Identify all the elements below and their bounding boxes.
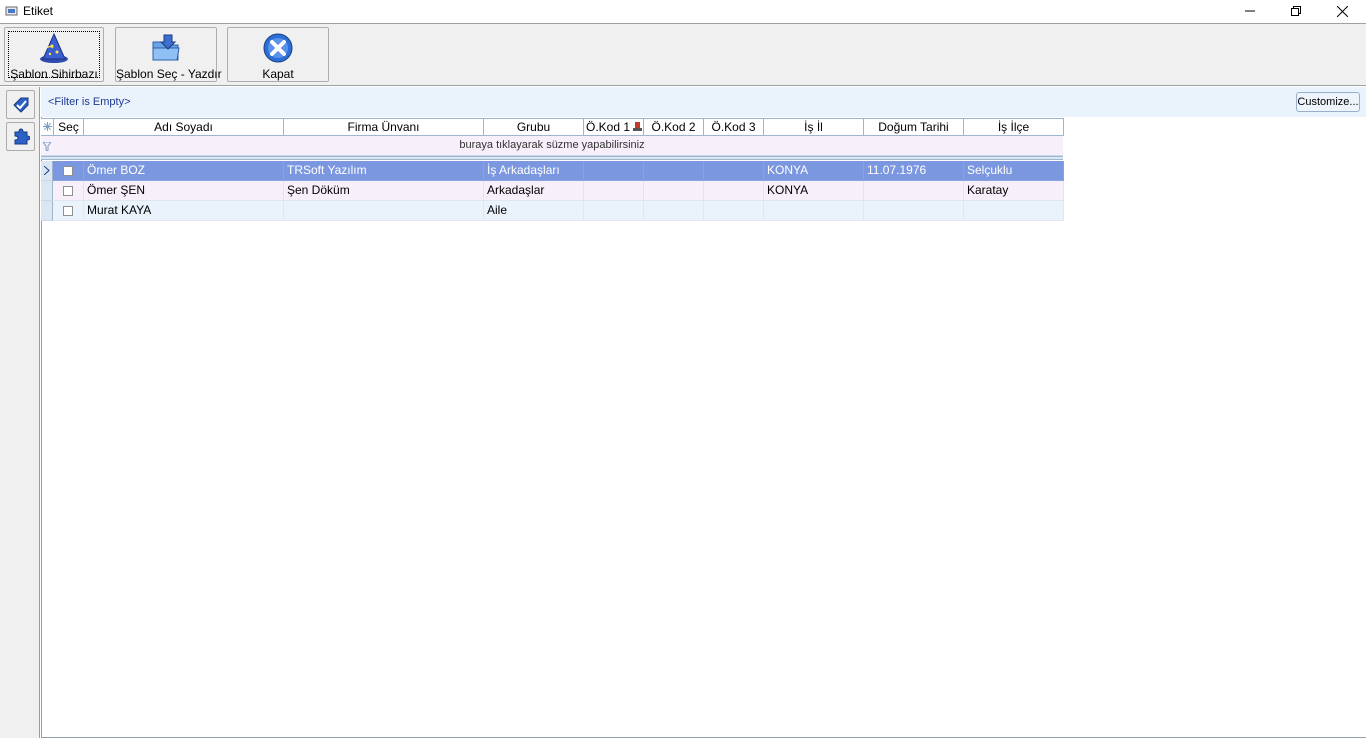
close-window-button[interactable] [1319,0,1365,22]
minimize-icon [1245,10,1255,12]
column-header-name[interactable]: Adı Soyadı [84,118,284,136]
column-header-city[interactable]: İş İl [764,118,864,136]
folder-print-icon [152,34,180,61]
cell-company[interactable] [284,201,484,221]
row-pointer-icon [44,166,50,175]
app-icon [5,6,18,16]
header-corner[interactable] [41,118,54,136]
title-bar: Etiket [0,0,1366,23]
select-print-template-button[interactable]: Şablon Seç - Yazdır [115,27,222,82]
cell-kod3[interactable] [704,161,764,181]
column-header-kod1[interactable]: Ö.Kod 1 [584,118,644,136]
cell-company[interactable]: TRSoft Yazılım [284,161,484,181]
select-print-template-label: Şablon Seç - Yazdır [116,67,222,81]
cell-kod2[interactable] [644,201,704,221]
column-header-district[interactable]: İş İlçe [964,118,1064,136]
wizard-hat-icon [40,32,68,63]
cell-group[interactable]: Aile [484,201,584,221]
auto-filter-hint: buraya tıklayarak süzme yapabilirsiniz [459,139,645,151]
puzzle-icon [14,127,30,144]
row-indicator[interactable] [41,181,53,201]
column-header-group[interactable]: Grubu [484,118,584,136]
cell-kod2[interactable] [644,181,704,201]
cell-name[interactable]: Ömer ŞEN [84,181,284,201]
toolbar: Şablon Sihirbazı Şablon Seç - Yazdır Kap… [0,23,1366,86]
row-checkbox[interactable] [63,206,73,216]
cell-name[interactable]: Murat KAYA [84,201,284,221]
cell-kod1[interactable] [584,161,644,181]
grid-separator [41,156,1063,160]
table-row[interactable]: Murat KAYA Aile [41,201,1064,221]
auto-filter-row[interactable]: buraya tıklayarak süzme yapabilirsiniz [41,136,1063,156]
cell-birthdate[interactable] [864,181,964,201]
window-title: Etiket [23,4,54,18]
filter-bar: <Filter is Empty> Customize... [41,87,1366,117]
cell-district[interactable]: Karatay [964,181,1064,201]
cell-district[interactable] [964,201,1064,221]
close-icon [1336,5,1348,17]
asterisk-icon [42,122,52,131]
close-button[interactable]: Kapat [227,27,329,82]
filter-status[interactable]: <Filter is Empty> [48,96,131,108]
column-header-company[interactable]: Firma Ünvanı [284,118,484,136]
close-circle-icon [263,33,293,63]
cell-city[interactable] [764,201,864,221]
column-header-sec[interactable]: Seç [54,118,84,136]
check-tag-button[interactable] [6,90,35,119]
cell-kod3[interactable] [704,201,764,221]
column-header-kod1-label: Ö.Kod 1 [586,120,631,134]
row-checkbox[interactable] [63,166,73,176]
side-panel [0,87,40,738]
check-tag-icon [12,97,28,113]
column-header-kod2[interactable]: Ö.Kod 2 [644,118,704,136]
cell-district[interactable]: Selçuklu [964,161,1064,181]
cell-birthdate[interactable] [864,201,964,221]
row-indicator[interactable] [41,161,53,181]
cell-kod2[interactable] [644,161,704,181]
sort-icon [633,122,643,131]
template-wizard-button[interactable]: Şablon Sihirbazı [4,27,104,82]
row-checkbox[interactable] [63,186,73,196]
cell-sec[interactable] [54,161,84,181]
minimize-button[interactable] [1227,0,1273,22]
restore-button[interactable] [1273,0,1319,22]
cell-birthdate[interactable]: 11.07.1976 [864,161,964,181]
cell-kod1[interactable] [584,181,644,201]
cell-name[interactable]: Ömer BOZ [84,161,284,181]
row-indicator[interactable] [41,201,53,221]
cell-sec[interactable] [54,181,84,201]
cell-kod3[interactable] [704,181,764,201]
puzzle-button[interactable] [6,122,35,151]
table-row[interactable]: Ömer ŞEN Şen Döküm Arkadaşlar KONYA Kara… [41,181,1064,201]
cell-sec[interactable] [54,201,84,221]
customize-button[interactable]: Customize... [1296,92,1360,112]
cell-city[interactable]: KONYA [764,161,864,181]
column-header-kod3[interactable]: Ö.Kod 3 [704,118,764,136]
cell-group[interactable]: Arkadaşlar [484,181,584,201]
restore-icon [1291,6,1301,16]
cell-group[interactable]: İş Arkadaşları [484,161,584,181]
column-header-birthdate[interactable]: Doğum Tarihi [864,118,964,136]
cell-kod1[interactable] [584,201,644,221]
cell-city[interactable]: KONYA [764,181,864,201]
table-row[interactable]: Ömer BOZ TRSoft Yazılım İş Arkadaşları K… [41,161,1064,181]
template-wizard-label: Şablon Sihirbazı [10,67,98,81]
close-label: Kapat [262,67,294,81]
cell-company[interactable]: Şen Döküm [284,181,484,201]
